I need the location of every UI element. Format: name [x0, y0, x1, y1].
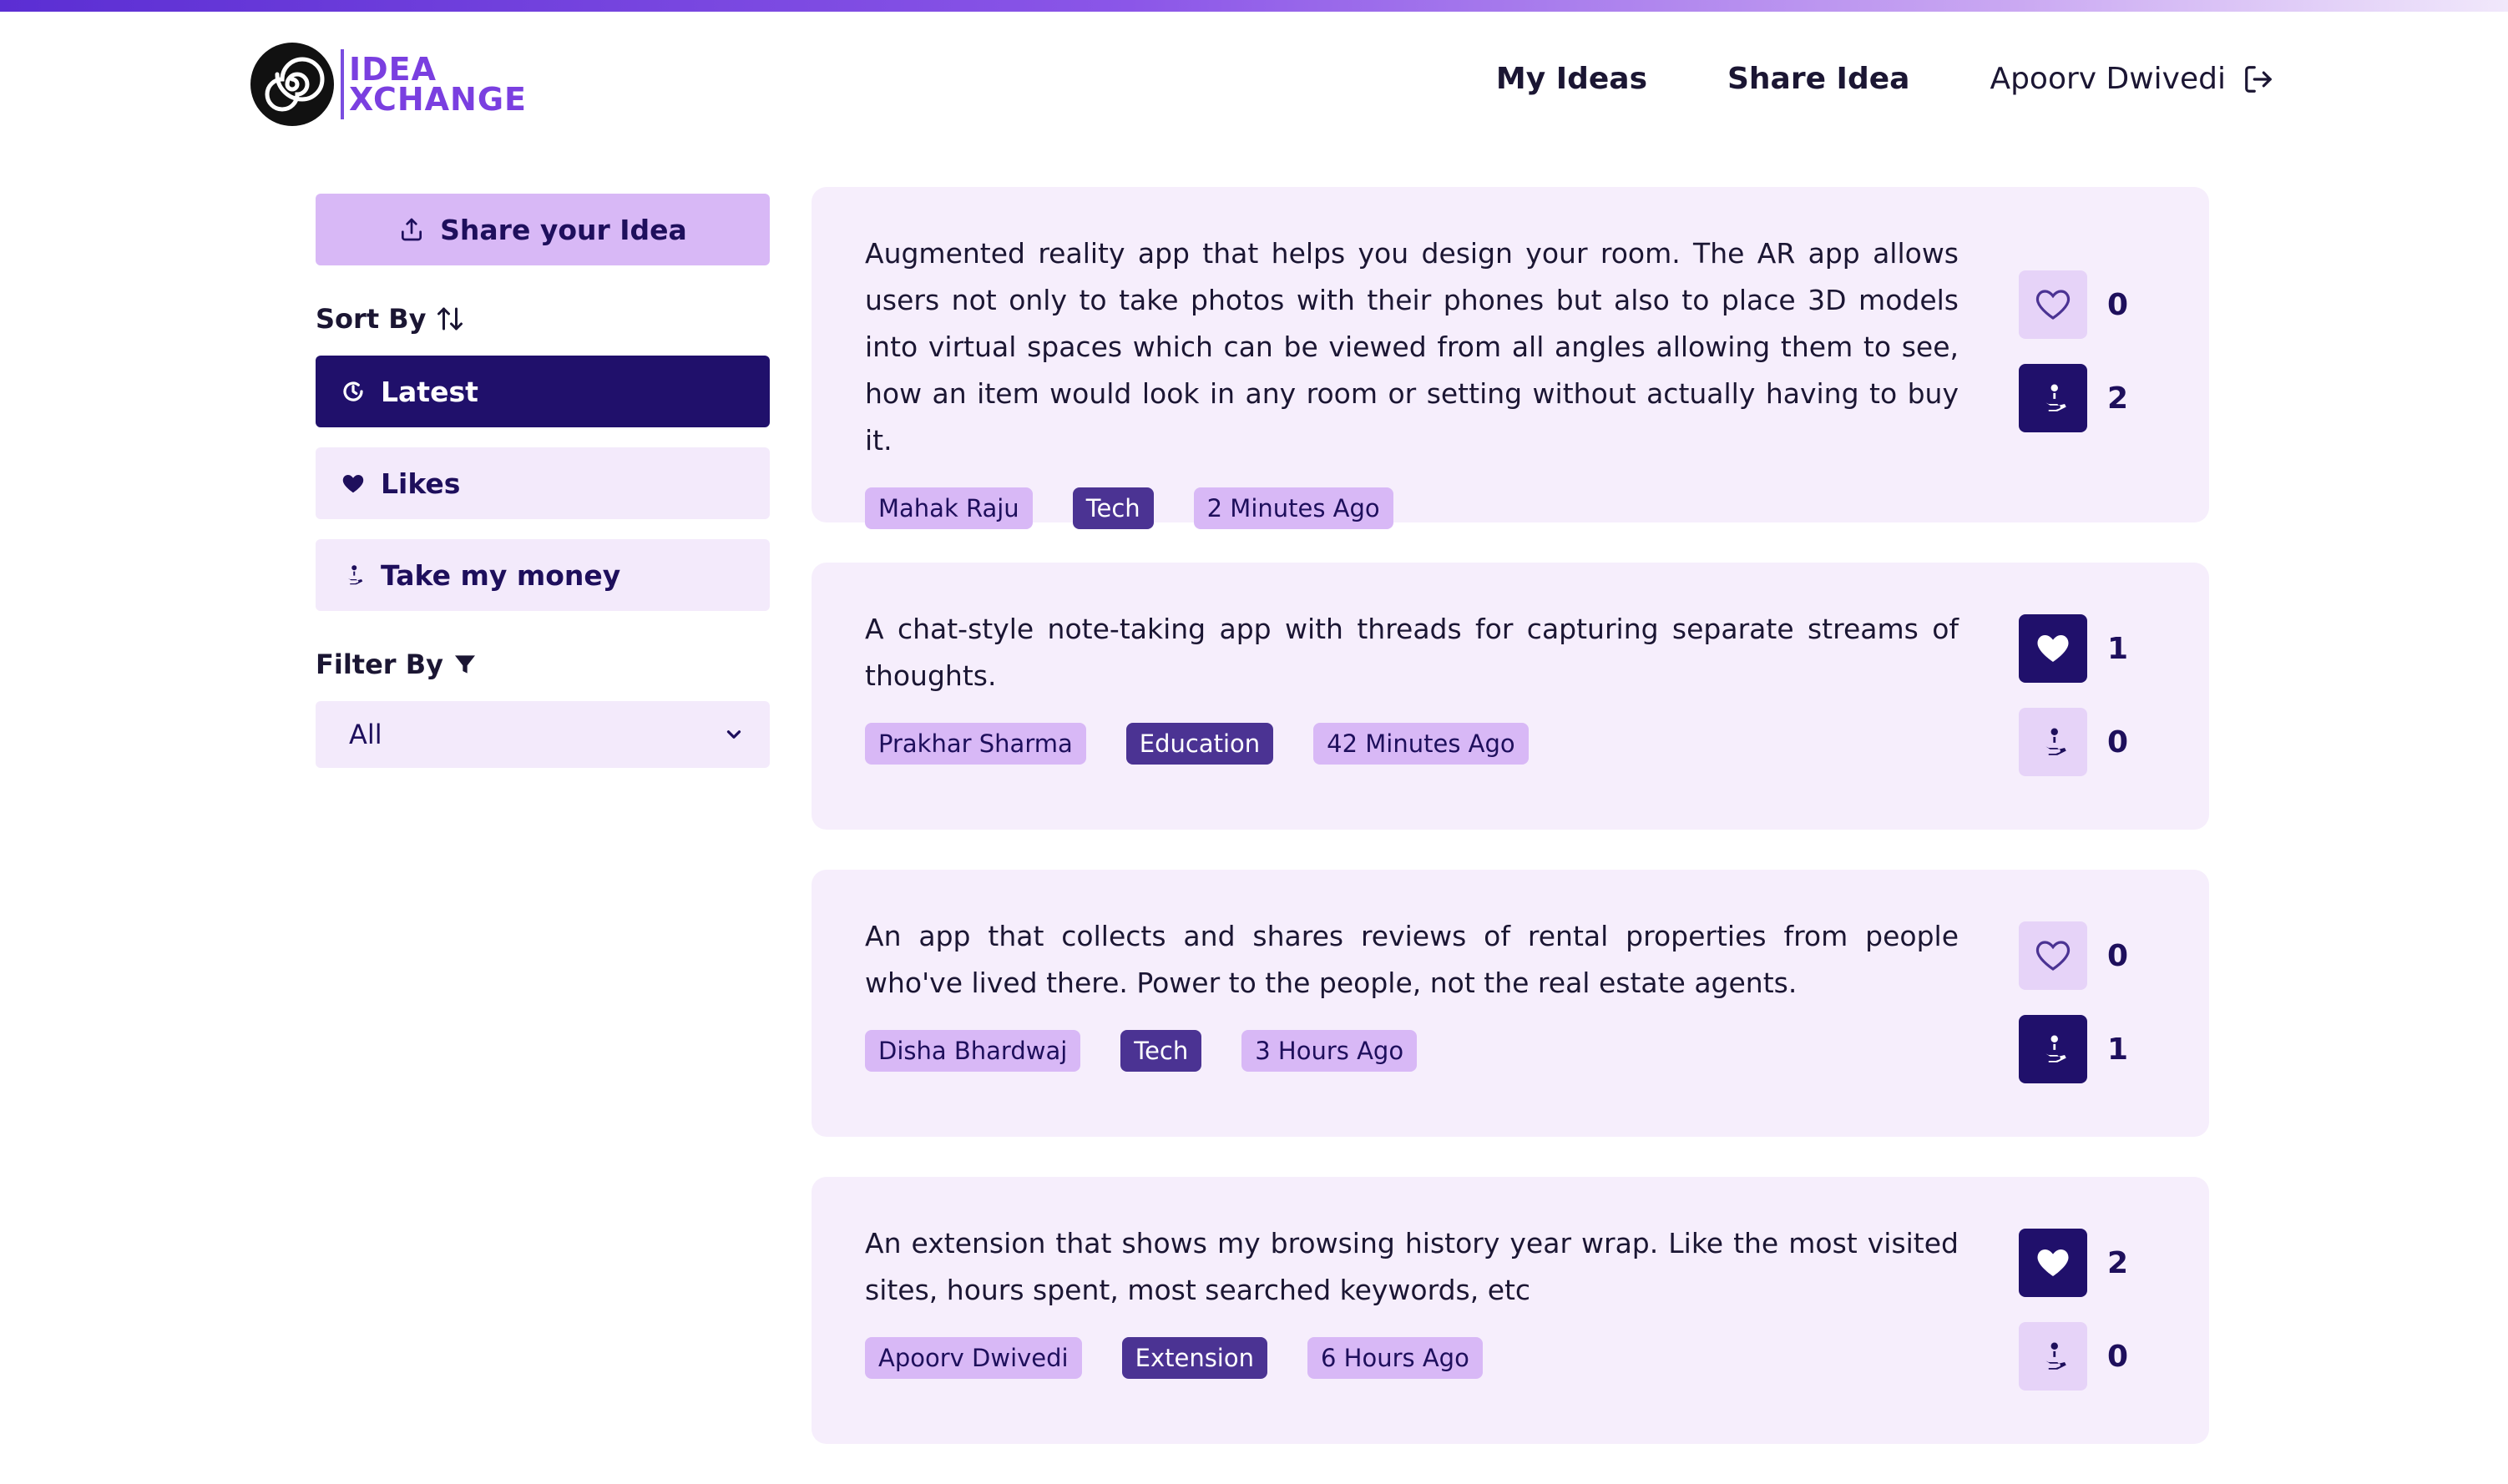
- hand-coin-icon: [2038, 728, 2066, 755]
- money-count: 0: [2107, 724, 2129, 760]
- like-action: 0: [2019, 270, 2128, 339]
- user-menu[interactable]: Apoorv Dwivedi: [1990, 62, 2274, 96]
- like-action: 0: [2019, 921, 2128, 990]
- idea-card: An app that collects and shares reviews …: [812, 870, 2209, 1137]
- like-button[interactable]: [2019, 270, 2087, 339]
- brand-wordmark: IDEA XCHANGE: [349, 50, 527, 118]
- top-gradient-bar: [0, 0, 2508, 12]
- brand-line-1: IDEA: [349, 50, 437, 88]
- sidebar: Share your Idea Sort By Latest Likes Tak…: [316, 194, 770, 768]
- like-count: 2: [2107, 1245, 2129, 1280]
- sort-option-label: Latest: [381, 375, 478, 408]
- idea-text: An app that collects and shares reviews …: [865, 920, 1959, 999]
- category-tag: Extension: [1121, 1337, 1267, 1379]
- hand-coin-icon: [2038, 1342, 2066, 1370]
- take-my-money-button[interactable]: [2019, 708, 2087, 776]
- top-nav: My Ideas Share Idea Apoorv Dwivedi: [1416, 62, 2274, 96]
- time-tag: 6 Hours Ago: [1307, 1337, 1483, 1379]
- sort-option-label: Likes: [381, 467, 461, 500]
- filter-by-heading: Filter By: [316, 648, 770, 681]
- ideas-list: Augmented reality app that helps you des…: [812, 187, 2209, 1484]
- money-action: 0: [2019, 708, 2128, 776]
- author-tag: Disha Bhardwaj: [865, 1030, 1081, 1072]
- time-tag: 3 Hours Ago: [1241, 1030, 1418, 1072]
- idea-card: Augmented reality app that helps you des…: [812, 187, 2209, 529]
- upload-icon: [402, 218, 422, 241]
- take-my-money-button[interactable]: [2019, 1322, 2087, 1391]
- sort-option-label: Take my money: [381, 558, 621, 592]
- heart-filled-icon: [2037, 635, 2069, 662]
- filter-by-label: Filter By: [316, 649, 443, 680]
- hand-coin-icon: [342, 565, 363, 585]
- clock-rotate-icon: [343, 381, 363, 401]
- money-count: 1: [2107, 1032, 2129, 1067]
- idea-tags: Prakhar Sharma Education 42 Minutes Ago: [865, 723, 1959, 765]
- spiral-logo-icon: [250, 43, 334, 126]
- sort-by-label: Sort By: [316, 303, 427, 335]
- share-your-idea-button[interactable]: Share your Idea: [316, 194, 770, 265]
- like-button[interactable]: [2019, 921, 2087, 990]
- money-action: 1: [2019, 1015, 2128, 1083]
- idea-text: An extension that shows my browsing hist…: [865, 1227, 1959, 1306]
- like-button[interactable]: [2019, 1229, 2087, 1297]
- author-tag: Mahak Raju: [865, 487, 1033, 529]
- like-action: 2: [2019, 1229, 2128, 1297]
- take-my-money-button[interactable]: [2019, 364, 2087, 432]
- filter-selected-value: All: [349, 719, 382, 750]
- category-tag: Education: [1125, 723, 1274, 765]
- category-tag: Tech: [1072, 487, 1154, 529]
- money-action: 2: [2019, 364, 2128, 432]
- sort-arrows-icon: [437, 307, 463, 331]
- heart-icon: [342, 475, 364, 493]
- hand-coin-icon: [2038, 384, 2066, 411]
- idea-tags: Disha Bhardwaj Tech 3 Hours Ago: [865, 1030, 1959, 1072]
- like-count: 1: [2107, 631, 2129, 666]
- take-my-money-button[interactable]: [2019, 1015, 2087, 1083]
- author-tag: Apoorv Dwivedi: [865, 1337, 1082, 1379]
- heart-outline-icon: [2035, 290, 2071, 320]
- hand-coin-icon: [2038, 1035, 2066, 1063]
- logo-divider: [341, 49, 344, 119]
- category-tag: Tech: [1120, 1030, 1202, 1072]
- idea-card: An extension that shows my browsing hist…: [812, 1177, 2209, 1444]
- heart-filled-icon: [2037, 1249, 2069, 1276]
- like-count: 0: [2107, 938, 2129, 973]
- author-tag: Prakhar Sharma: [865, 723, 1086, 765]
- header: IDEA XCHANGE My Ideas Share Idea Apoorv …: [0, 12, 2508, 145]
- idea-text: A chat-style note-taking app with thread…: [865, 613, 1959, 692]
- idea-text: Augmented reality app that helps you des…: [865, 237, 1959, 457]
- time-tag: 2 Minutes Ago: [1193, 487, 1393, 529]
- sort-option-take-my-money[interactable]: Take my money: [316, 539, 770, 611]
- money-count: 2: [2107, 381, 2129, 416]
- sort-option-likes[interactable]: Likes: [316, 447, 770, 519]
- like-action: 1: [2019, 614, 2128, 683]
- idea-card: A chat-style note-taking app with thread…: [812, 563, 2209, 830]
- idea-tags: Mahak Raju Tech 2 Minutes Ago: [865, 487, 1959, 529]
- brand-line-2: XCHANGE: [349, 81, 527, 118]
- money-action: 0: [2019, 1322, 2128, 1391]
- sort-by-heading: Sort By: [316, 302, 770, 336]
- user-name: Apoorv Dwivedi: [1990, 62, 2226, 96]
- nav-share-idea[interactable]: Share Idea: [1727, 62, 1909, 96]
- like-count: 0: [2107, 287, 2129, 322]
- like-button[interactable]: [2019, 614, 2087, 683]
- share-your-idea-label: Share your Idea: [440, 213, 687, 246]
- logout-icon[interactable]: [2243, 63, 2274, 95]
- sort-option-latest[interactable]: Latest: [316, 356, 770, 427]
- category-filter-select[interactable]: All: [316, 701, 770, 768]
- funnel-icon: [454, 655, 475, 674]
- idea-tags: Apoorv Dwivedi Extension 6 Hours Ago: [865, 1337, 1959, 1379]
- heart-outline-icon: [2035, 941, 2071, 971]
- nav-my-ideas[interactable]: My Ideas: [1496, 62, 1647, 96]
- chevron-down-icon: [726, 730, 741, 739]
- time-tag: 42 Minutes Ago: [1313, 723, 1529, 765]
- brand-logo[interactable]: IDEA XCHANGE: [250, 38, 527, 130]
- money-count: 0: [2107, 1339, 2129, 1374]
